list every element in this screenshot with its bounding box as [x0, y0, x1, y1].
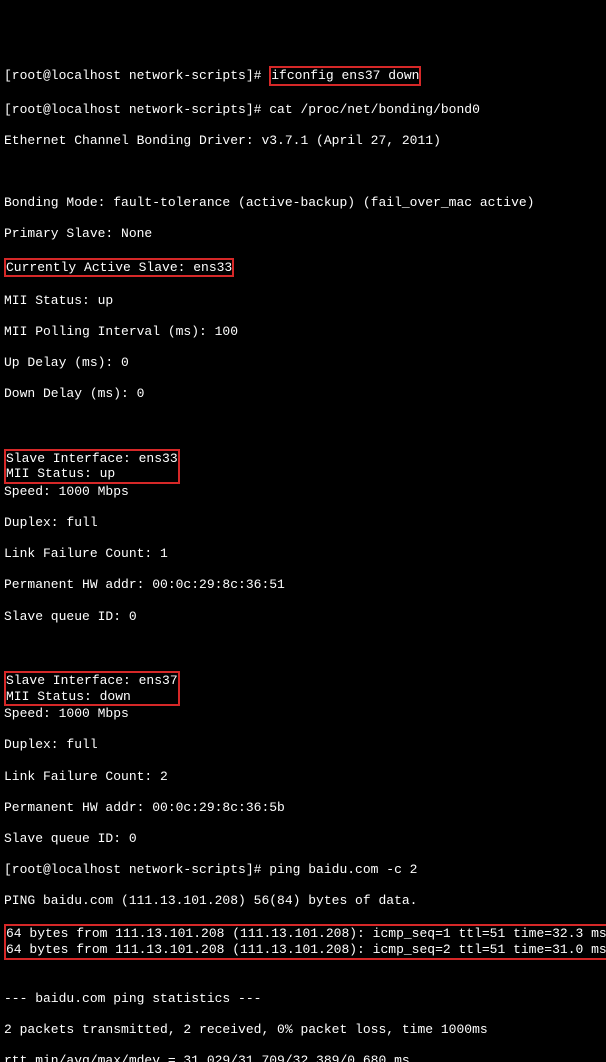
terminal-line: Duplex: full: [4, 737, 602, 753]
terminal-line: MII Polling Interval (ms): 100: [4, 324, 602, 340]
terminal-line: Speed: 1000 Mbps: [4, 484, 602, 500]
highlight-slave1-block: Slave Interface: ens33MII Status: up: [4, 449, 180, 484]
terminal-line: Duplex: full: [4, 515, 602, 531]
highlight-cmd-ifconfig: ifconfig ens37 down: [269, 66, 421, 86]
highlight-ping-replies: 64 bytes from 111.13.101.208 (111.13.101…: [4, 924, 606, 959]
terminal-line: Link Failure Count: 2: [4, 769, 602, 785]
terminal-line: Link Failure Count: 1: [4, 546, 602, 562]
terminal-line: Down Delay (ms): 0: [4, 386, 602, 402]
terminal-line: [root@localhost network-scripts]# ping b…: [4, 862, 602, 878]
shell-prompt: [root@localhost network-scripts]#: [4, 68, 269, 83]
terminal-line: Permanent HW addr: 00:0c:29:8c:36:51: [4, 577, 602, 593]
terminal-line: MII Status: down: [6, 689, 178, 705]
terminal-line: [4, 417, 602, 433]
terminal-line: MII Status: up: [6, 466, 178, 482]
terminal-line: Currently Active Slave: ens33: [4, 258, 602, 278]
highlight-slave2-block: Slave Interface: ens37MII Status: down: [4, 671, 180, 706]
terminal-line: Slave queue ID: 0: [4, 831, 602, 847]
terminal-line: [4, 960, 602, 976]
terminal-line: Speed: 1000 Mbps: [4, 706, 602, 722]
terminal-line: Slave queue ID: 0: [4, 609, 602, 625]
terminal-line: Ethernet Channel Bonding Driver: v3.7.1 …: [4, 133, 602, 149]
terminal-line: Up Delay (ms): 0: [4, 355, 602, 371]
terminal-line: 64 bytes from 111.13.101.208 (111.13.101…: [6, 926, 606, 942]
terminal-line: Permanent HW addr: 00:0c:29:8c:36:5b: [4, 800, 602, 816]
terminal-line: 64 bytes from 111.13.101.208 (111.13.101…: [6, 942, 606, 958]
terminal-line: [4, 164, 602, 180]
terminal-line: Bonding Mode: fault-tolerance (active-ba…: [4, 195, 602, 211]
terminal-line: [root@localhost network-scripts]# ifconf…: [4, 66, 602, 86]
terminal-line: 2 packets transmitted, 2 received, 0% pa…: [4, 1022, 602, 1038]
terminal-line: --- baidu.com ping statistics ---: [4, 991, 602, 1007]
terminal-line: PING baidu.com (111.13.101.208) 56(84) b…: [4, 893, 602, 909]
terminal-line: Primary Slave: None: [4, 226, 602, 242]
terminal-line: Slave Interface: ens37: [6, 673, 178, 689]
terminal-line: rtt min/avg/max/mdev = 31.029/31.709/32.…: [4, 1053, 602, 1062]
terminal-line: MII Status: up: [4, 293, 602, 309]
terminal-line: [4, 640, 602, 656]
highlight-active-slave: Currently Active Slave: ens33: [4, 258, 234, 278]
terminal-line: [root@localhost network-scripts]# cat /p…: [4, 102, 602, 118]
terminal-line: Slave Interface: ens33: [6, 451, 178, 467]
